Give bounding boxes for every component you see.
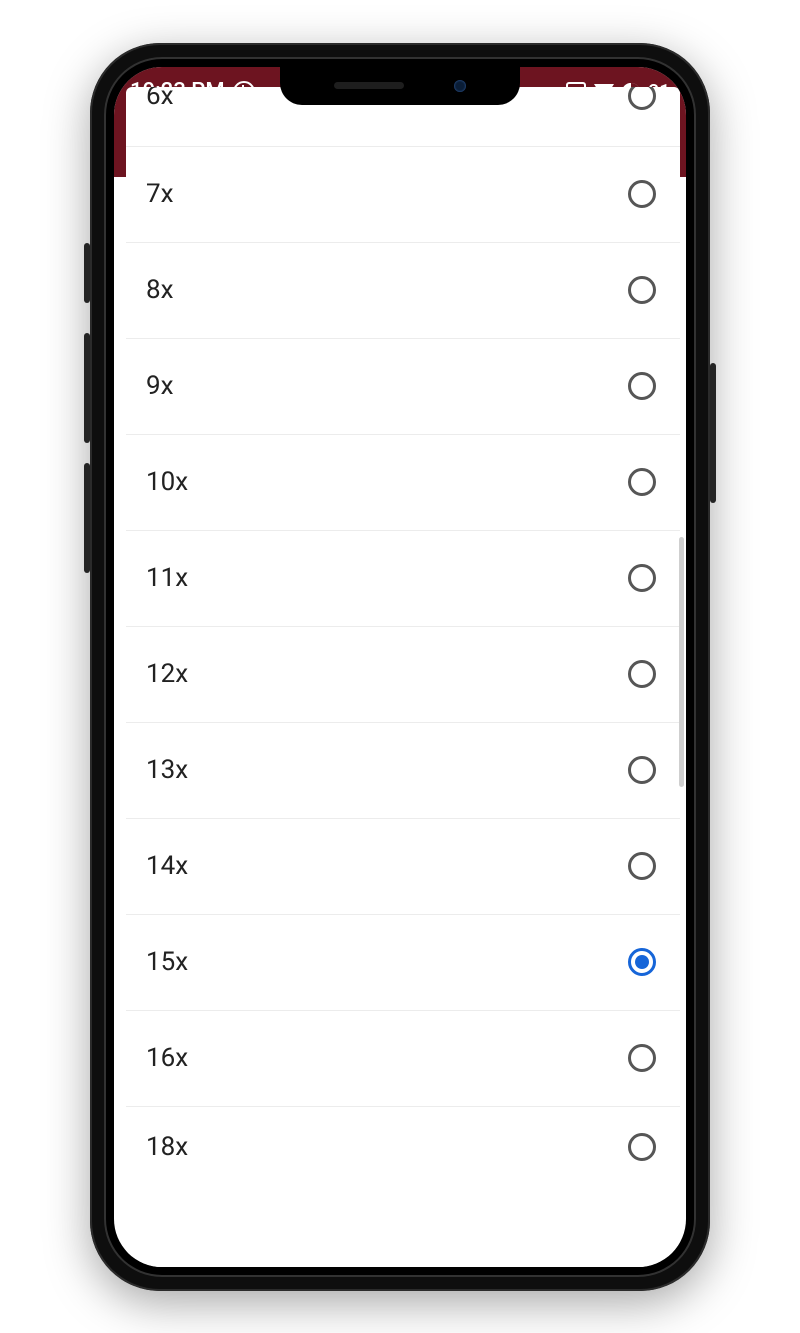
radio-icon[interactable] — [628, 564, 656, 592]
radio-icon[interactable] — [628, 756, 656, 784]
list-item[interactable]: 8x — [126, 243, 680, 339]
list-item-label: 16x — [146, 1043, 188, 1073]
list-item[interactable]: 7x — [126, 147, 680, 243]
notch — [280, 67, 520, 105]
radio-icon[interactable] — [628, 1133, 656, 1161]
radio-icon[interactable] — [628, 180, 656, 208]
side-button-power — [710, 363, 716, 503]
list-item-label: 18x — [146, 1132, 188, 1162]
radio-icon[interactable] — [628, 468, 656, 496]
list-item[interactable]: 14x — [126, 819, 680, 915]
radio-icon[interactable] — [628, 372, 656, 400]
list-item-label: 11x — [146, 563, 188, 593]
radio-icon[interactable] — [628, 852, 656, 880]
device-bezel: 10:23 PM 31 6x 7 — [104, 57, 696, 1277]
side-button-volume-down — [84, 463, 90, 573]
content: 6x 7x 8x 9x — [114, 117, 686, 1267]
front-camera — [454, 80, 466, 92]
radio-icon[interactable] — [628, 276, 656, 304]
list-item-label: 15x — [146, 947, 188, 977]
radio-icon[interactable] — [628, 1044, 656, 1072]
earpiece — [334, 82, 404, 89]
list-item-label: 12x — [146, 659, 188, 689]
list-item[interactable]: 10x — [126, 435, 680, 531]
list-item-label: 8x — [146, 275, 174, 305]
side-button-volume-up — [84, 333, 90, 443]
list-item[interactable]: 11x — [126, 531, 680, 627]
list-item[interactable]: 18x — [126, 1107, 680, 1187]
list-item[interactable]: 15x — [126, 915, 680, 1011]
option-list[interactable]: 6x 7x 8x 9x — [126, 87, 680, 1267]
side-button-silence — [84, 243, 90, 303]
device-frame: 10:23 PM 31 6x 7 — [90, 43, 710, 1291]
list-item-label: 6x — [146, 87, 174, 112]
list-item[interactable]: 13x — [126, 723, 680, 819]
radio-icon[interactable] — [628, 660, 656, 688]
radio-icon[interactable] — [628, 948, 656, 976]
list-item-label: 13x — [146, 755, 188, 785]
list-item[interactable]: 12x — [126, 627, 680, 723]
list-item-label: 14x — [146, 851, 188, 881]
list-item-label: 10x — [146, 467, 188, 497]
scrollbar-thumb[interactable] — [679, 537, 684, 787]
radio-icon[interactable] — [628, 87, 656, 111]
list-item[interactable]: 16x — [126, 1011, 680, 1107]
list-item[interactable]: 9x — [126, 339, 680, 435]
list-item-label: 9x — [146, 371, 174, 401]
list-item-label: 7x — [146, 179, 174, 209]
screen: 10:23 PM 31 6x 7 — [114, 67, 686, 1267]
